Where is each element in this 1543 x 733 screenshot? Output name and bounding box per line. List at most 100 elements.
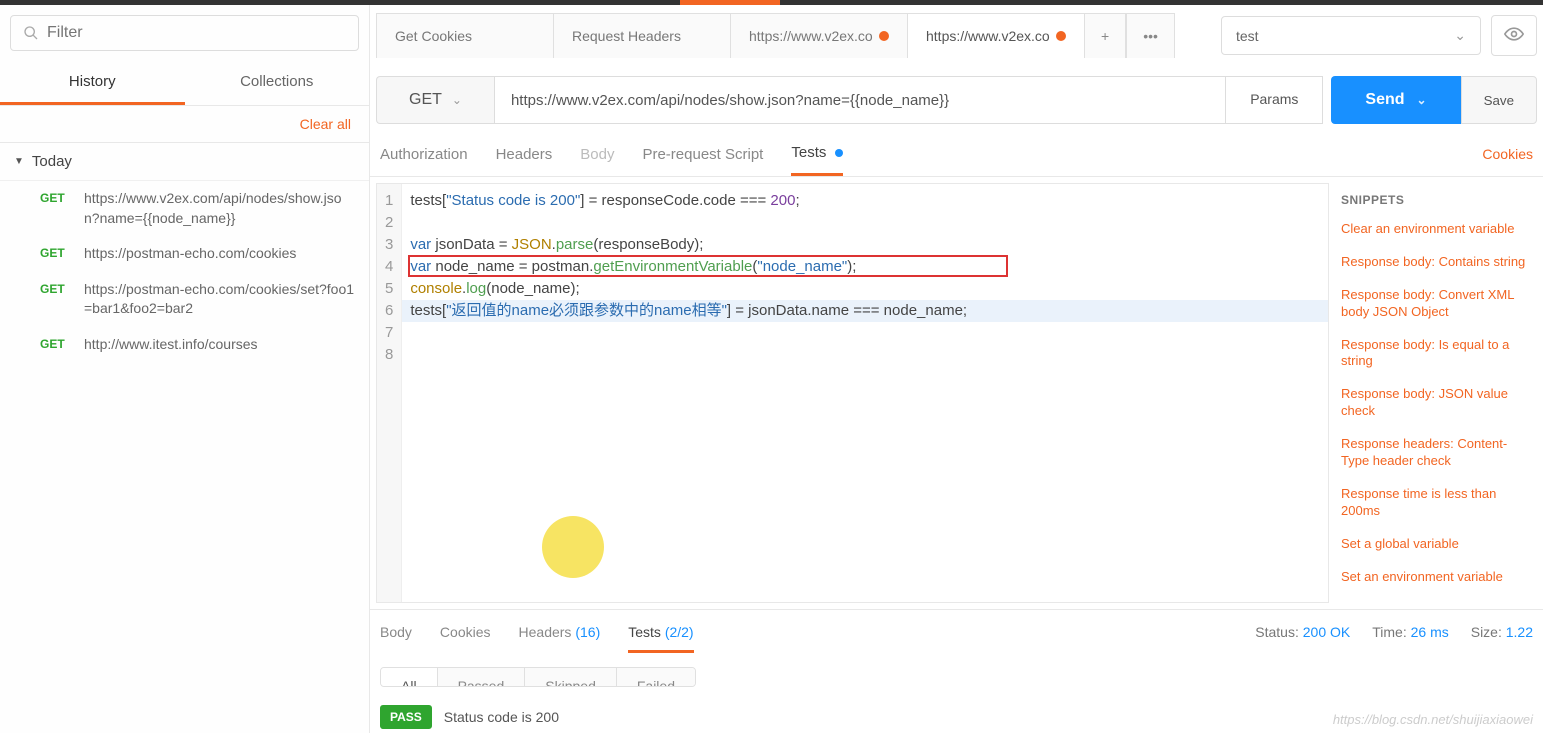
caret-down-icon: ▼ bbox=[14, 156, 24, 167]
history-item[interactable]: GET https://postman-echo.com/cookies bbox=[0, 236, 369, 272]
environment-quicklook-button[interactable] bbox=[1491, 15, 1537, 56]
tab-headers[interactable]: Headers bbox=[496, 146, 553, 175]
label: Tests bbox=[628, 624, 661, 640]
snippet-item[interactable]: Clear an environment variable bbox=[1341, 221, 1535, 238]
snippet-item[interactable]: Response body: Contains string bbox=[1341, 254, 1535, 271]
history-url: https://www.v2ex.com/api/nodes/show.json… bbox=[84, 189, 355, 228]
environment-select[interactable]: test ⌄ bbox=[1221, 16, 1481, 55]
editor-row: 1 2 3 4 5 6 7 8 tests["Status code is 20… bbox=[370, 177, 1543, 609]
tab-label: Request Headers bbox=[572, 28, 681, 44]
history-item[interactable]: GET https://www.v2ex.com/api/nodes/show.… bbox=[0, 181, 369, 236]
new-tab-button[interactable]: + bbox=[1084, 13, 1126, 58]
clear-all-link[interactable]: Clear all bbox=[0, 106, 369, 143]
environment-value: test bbox=[1236, 28, 1259, 44]
tab-tests-label: Tests bbox=[791, 144, 826, 161]
request-tab[interactable]: https://www.v2ex.co bbox=[730, 13, 908, 58]
sidebar-tab-history[interactable]: History bbox=[0, 61, 185, 105]
history-today-header[interactable]: ▼ Today bbox=[0, 143, 369, 181]
history-item[interactable]: GET http://www.itest.info/courses bbox=[0, 327, 369, 363]
snippets-panel: SNIPPETS Clear an environment variable R… bbox=[1333, 177, 1543, 609]
label: Headers bbox=[519, 624, 572, 640]
request-tabs: Get Cookies Request Headers https://www.… bbox=[376, 13, 1217, 58]
time-label: Time: bbox=[1372, 624, 1406, 640]
method-badge: GET bbox=[40, 280, 70, 296]
size-value: 1.22 bbox=[1506, 624, 1533, 640]
sidebar-tab-collections[interactable]: Collections bbox=[185, 61, 370, 105]
snippet-item[interactable]: Response body: Is equal to a string bbox=[1341, 337, 1535, 371]
filter-input[interactable] bbox=[47, 24, 346, 42]
line-number: 4 bbox=[385, 256, 393, 278]
eye-icon bbox=[1504, 24, 1524, 44]
tests-code-editor[interactable]: 1 2 3 4 5 6 7 8 tests["Status code is 20… bbox=[376, 183, 1329, 603]
chevron-down-icon: ⌄ bbox=[1454, 27, 1466, 44]
tab-prerequest[interactable]: Pre-request Script bbox=[642, 146, 763, 175]
snippet-item[interactable]: Response headers: Content-Type header ch… bbox=[1341, 436, 1535, 470]
request-section-tabs: Authorization Headers Body Pre-request S… bbox=[370, 124, 1543, 177]
filter-passed[interactable]: Passed bbox=[438, 668, 526, 687]
dirty-dot-icon bbox=[879, 31, 889, 41]
tab-menu-button[interactable]: ••• bbox=[1126, 13, 1175, 58]
line-number: 5 bbox=[385, 278, 393, 300]
tab-body[interactable]: Body bbox=[580, 146, 614, 175]
main: Get Cookies Request Headers https://www.… bbox=[370, 5, 1543, 733]
snippet-item[interactable]: Set an environment variable bbox=[1341, 569, 1535, 586]
method-value: GET bbox=[409, 91, 442, 109]
send-label: Send bbox=[1365, 91, 1404, 109]
modified-dot-icon bbox=[835, 149, 843, 157]
request-tab[interactable]: https://www.v2ex.co bbox=[907, 13, 1085, 58]
line-number: 8 bbox=[385, 344, 393, 366]
response-meta: Status: 200 OK Time: 26 ms Size: 1.22 bbox=[1255, 624, 1533, 640]
snippets-title: SNIPPETS bbox=[1341, 193, 1535, 207]
history-url: https://postman-echo.com/cookies/set?foo… bbox=[84, 280, 355, 319]
cursor-highlight-icon bbox=[542, 516, 604, 578]
tab-tests[interactable]: Tests bbox=[791, 144, 842, 176]
history-url: https://postman-echo.com/cookies bbox=[84, 244, 296, 264]
pass-badge: PASS bbox=[380, 705, 432, 729]
watermark: https://blog.csdn.net/shuijiaxiaowei bbox=[1333, 712, 1533, 727]
tab-authorization[interactable]: Authorization bbox=[380, 146, 468, 175]
tab-label: https://www.v2ex.co bbox=[749, 28, 873, 44]
tab-label: https://www.v2ex.co bbox=[926, 28, 1050, 44]
snippet-item[interactable]: Set a global variable bbox=[1341, 536, 1535, 553]
filter-box[interactable] bbox=[10, 15, 359, 51]
count: (16) bbox=[575, 624, 600, 640]
line-number: 2 bbox=[385, 212, 393, 234]
history-url: http://www.itest.info/courses bbox=[84, 335, 258, 355]
status-label: Status: bbox=[1255, 624, 1299, 640]
method-badge: GET bbox=[40, 189, 70, 205]
url-input[interactable] bbox=[494, 76, 1226, 124]
filter-all[interactable]: All bbox=[381, 668, 438, 687]
tab-label: Get Cookies bbox=[395, 28, 472, 44]
filter-failed[interactable]: Failed bbox=[617, 668, 695, 687]
send-button[interactable]: Send ⌄ bbox=[1331, 76, 1460, 124]
method-select[interactable]: GET ⌄ bbox=[376, 76, 494, 124]
code-content[interactable]: tests["Status code is 200"] = responseCo… bbox=[402, 184, 1328, 602]
count: (2/2) bbox=[665, 624, 694, 640]
test-filter-row: All Passed Skipped Failed bbox=[380, 667, 696, 687]
method-badge: GET bbox=[40, 244, 70, 260]
history-item[interactable]: GET https://postman-echo.com/cookies/set… bbox=[0, 272, 369, 327]
response-tab-tests[interactable]: Tests (2/2) bbox=[628, 624, 693, 653]
line-number: 6 bbox=[385, 300, 393, 322]
snippet-item[interactable]: Response body: Convert XML body JSON Obj… bbox=[1341, 287, 1535, 321]
snippet-item[interactable]: Response body: JSON value check bbox=[1341, 386, 1535, 420]
line-number: 3 bbox=[385, 234, 393, 256]
save-button[interactable]: Save bbox=[1461, 76, 1537, 124]
filter-skipped[interactable]: Skipped bbox=[525, 668, 617, 687]
top-row: Get Cookies Request Headers https://www.… bbox=[370, 5, 1543, 58]
snippet-item[interactable]: Response time is less than 200ms bbox=[1341, 486, 1535, 520]
today-label: Today bbox=[32, 153, 72, 170]
response-tab-cookies[interactable]: Cookies bbox=[440, 624, 491, 650]
response-tabs: Body Cookies Headers (16) Tests (2/2) St… bbox=[370, 609, 1543, 653]
response-tab-body[interactable]: Body bbox=[380, 624, 412, 650]
chevron-down-icon: ⌄ bbox=[1417, 93, 1427, 107]
chevron-down-icon: ⌄ bbox=[452, 93, 462, 107]
params-button[interactable]: Params bbox=[1226, 76, 1323, 124]
request-tab[interactable]: Get Cookies bbox=[376, 13, 554, 58]
request-tab[interactable]: Request Headers bbox=[553, 13, 731, 58]
status-value: 200 OK bbox=[1303, 624, 1350, 640]
request-bar: GET ⌄ Params Send ⌄ Save bbox=[376, 76, 1537, 124]
response-tab-headers[interactable]: Headers (16) bbox=[519, 624, 601, 650]
sidebar: History Collections Clear all ▼ Today GE… bbox=[0, 5, 370, 733]
cookies-link[interactable]: Cookies bbox=[1482, 146, 1533, 174]
